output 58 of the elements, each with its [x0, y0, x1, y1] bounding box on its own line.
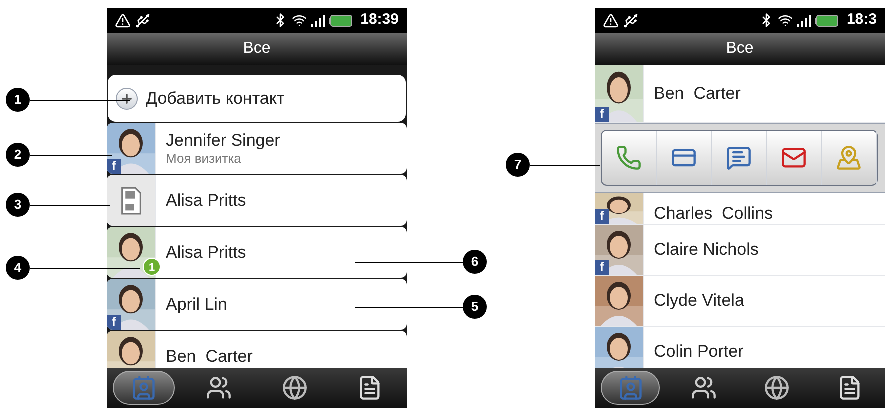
phone-icon	[616, 145, 642, 171]
tab[interactable]	[601, 371, 660, 405]
contact-name: Clyde Vitela	[654, 290, 744, 312]
facebook-badge: f	[595, 260, 609, 275]
contact-row[interactable]: f Ben Carter	[595, 65, 885, 123]
battery-icon	[328, 14, 353, 26]
signal-icon	[310, 14, 325, 26]
sim-card-icon	[107, 175, 155, 226]
battery-icon	[814, 14, 839, 26]
usb-icon	[135, 12, 151, 28]
map-icon	[836, 145, 862, 171]
callout-number: 1	[6, 88, 30, 112]
contact-row[interactable]: f April Lin	[107, 279, 407, 330]
contact-row[interactable]: 1 Alisa Pritts	[107, 227, 407, 278]
plus-icon	[116, 88, 138, 110]
wifi-icon	[292, 13, 307, 28]
contact-name: Ben Carter	[166, 346, 253, 368]
facebook-badge: f	[107, 159, 121, 174]
facebook-badge: f	[107, 315, 121, 330]
callout-number: 7	[506, 153, 530, 177]
contact-row[interactable]: f Jennifer Singer Моя визитка	[107, 123, 407, 174]
usb-icon	[623, 12, 639, 28]
notification-badge: 1	[143, 258, 161, 276]
warning-icon	[115, 12, 131, 28]
contact-row[interactable]: Alisa Pritts	[107, 175, 407, 226]
people-icon	[206, 375, 232, 401]
message-icon	[726, 145, 752, 171]
facebook-badge: f	[595, 107, 609, 122]
contact-name: Ben Carter	[654, 82, 741, 104]
contact-name: Claire Nichols	[654, 239, 759, 261]
callout-number: 3	[6, 193, 30, 217]
warning-icon	[603, 12, 619, 28]
contact-name: April Lin	[166, 294, 228, 316]
clock-text: 18:3	[846, 10, 877, 30]
callout-number: 6	[463, 250, 487, 274]
contact-name: Alisa Pritts	[166, 190, 246, 212]
contact-row[interactable]: f Claire Nichols	[595, 225, 885, 276]
title-text: Все	[726, 39, 754, 59]
contact-name: Charles Collins	[654, 202, 774, 224]
callout-number: 2	[6, 143, 30, 167]
globe-icon	[282, 375, 308, 401]
contact-name: Colin Porter	[654, 341, 744, 363]
callout-number: 4	[6, 256, 30, 280]
tab[interactable]	[113, 371, 175, 405]
leader-line	[530, 165, 600, 166]
clock-text: 18:39	[360, 10, 399, 30]
title-text: Все	[243, 39, 271, 59]
contact-name: Alisa Pritts	[166, 242, 246, 264]
contact-row[interactable]: Clyde Vitela	[595, 276, 885, 327]
contact-name: Jennifer Singer	[166, 130, 280, 151]
add-contact-button[interactable]: Добавить контакт	[108, 75, 406, 122]
people-icon	[690, 375, 717, 401]
callout-number: 5	[463, 295, 487, 319]
contact-row[interactable]: Ben Carter	[107, 331, 407, 368]
globe-icon	[764, 375, 790, 401]
wifi-icon	[778, 13, 793, 28]
contact-subtitle: Моя визитка	[166, 151, 242, 168]
signal-icon	[796, 14, 811, 26]
